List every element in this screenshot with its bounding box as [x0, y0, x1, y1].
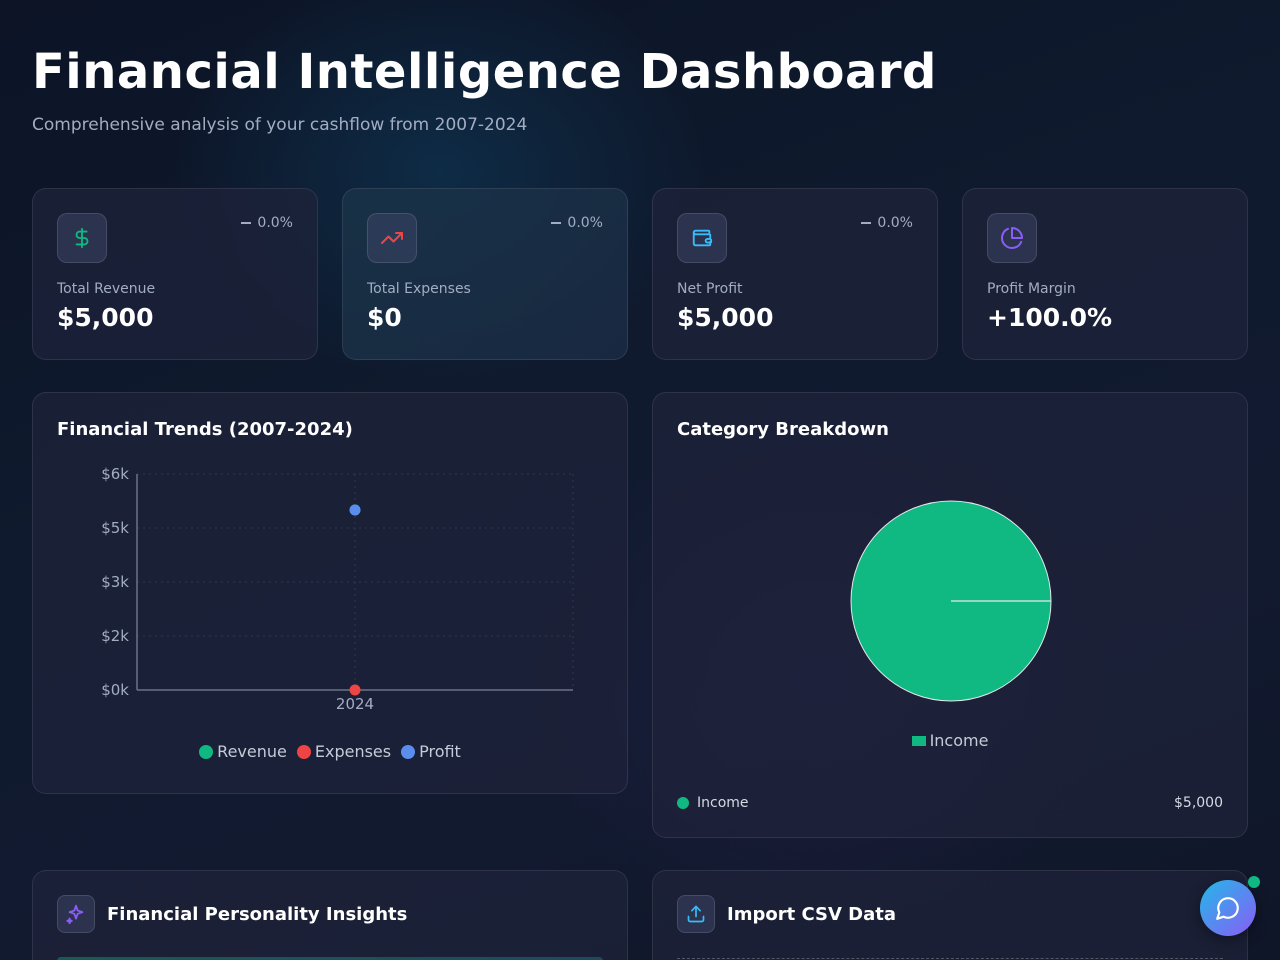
legend-item-revenue[interactable]: Revenue	[199, 742, 287, 761]
chat-button[interactable]	[1200, 880, 1256, 936]
legend-label: Revenue	[217, 742, 287, 761]
stat-change-value: 0.0%	[877, 215, 913, 231]
data-point-profit	[349, 504, 361, 516]
legend-item-expenses[interactable]: Expenses	[296, 742, 392, 761]
stat-value: +100.0%	[987, 303, 1113, 332]
trending-up-icon	[367, 213, 417, 263]
financial-trends-panel: Financial Trends (2007-2024) $0k $2k $3k $5…	[32, 392, 628, 794]
stat-card-profit-margin: Profit Margin +100.0%	[962, 188, 1248, 360]
category-row: Income $5,000	[677, 795, 1223, 811]
trends-chart: $0k $2k $3k $5k $6k 2024	[101, 465, 574, 713]
category-value: $5,000	[1174, 795, 1223, 811]
minus-icon	[861, 222, 872, 224]
chat-status-indicator	[1248, 876, 1260, 888]
legend-swatch	[401, 744, 416, 759]
page-title: Financial Intelligence Dashboard	[32, 44, 937, 100]
y-tick-label: $5k	[101, 519, 129, 537]
stat-change: 0.0%	[551, 215, 603, 231]
minus-icon	[241, 222, 252, 224]
panel-title: Financial Personality Insights	[107, 904, 408, 925]
trends-legend: Revenue Expenses Profit	[33, 742, 627, 761]
stat-change-value: 0.0%	[257, 215, 293, 231]
pie-legend-swatch	[911, 735, 926, 746]
stat-value: $0	[367, 303, 402, 332]
legend-item-profit[interactable]: Profit	[401, 742, 461, 761]
legend-label: Expenses	[314, 742, 392, 761]
stat-change-value: 0.0%	[567, 215, 603, 231]
stat-card-net-profit: 0.0% Net Profit $5,000	[652, 188, 938, 360]
stat-label: Net Profit	[677, 281, 743, 297]
stat-label: Profit Margin	[987, 281, 1076, 297]
y-tick-label: $0k	[101, 681, 129, 699]
personality-insights-panel: Financial Personality Insights	[32, 870, 628, 960]
stat-label: Total Revenue	[57, 281, 156, 297]
stat-value: $5,000	[677, 303, 774, 332]
pie-legend: Income	[653, 731, 1247, 750]
chat-icon	[1216, 897, 1239, 920]
legend-swatch	[199, 744, 214, 759]
upload-icon[interactable]	[677, 895, 715, 933]
page-subtitle: Comprehensive analysis of your cashflow …	[32, 115, 528, 135]
category-name: Income	[697, 795, 749, 811]
category-dot	[677, 797, 689, 809]
stat-change: 0.0%	[861, 215, 913, 231]
y-tick-label: $3k	[101, 573, 129, 591]
dollar-icon	[57, 213, 107, 263]
y-tick-label: $6k	[101, 465, 129, 483]
category-pie-chart	[850, 500, 1052, 702]
import-csv-panel: Import CSV Data	[652, 870, 1248, 960]
stat-change: 0.0%	[241, 215, 293, 231]
y-tick-label: $2k	[101, 627, 129, 645]
pie-chart-icon	[987, 213, 1037, 263]
data-point-expenses	[349, 684, 361, 696]
stat-value: $5,000	[57, 303, 154, 332]
x-tick-label: 2024	[336, 695, 374, 713]
stat-card-total-expenses: 0.0% Total Expenses $0	[342, 188, 628, 360]
wallet-icon	[677, 213, 727, 263]
stat-card-total-revenue: 0.0% Total Revenue $5,000	[32, 188, 318, 360]
legend-label: Profit	[419, 742, 461, 761]
minus-icon	[551, 222, 562, 224]
panel-title: Import CSV Data	[727, 904, 896, 925]
stat-label: Total Expenses	[367, 281, 471, 297]
pie-legend-label: Income	[929, 731, 989, 750]
sparkles-icon	[57, 895, 95, 933]
category-breakdown-panel: Category Breakdown Income Income $5,000	[652, 392, 1248, 838]
csv-dropzone[interactable]	[677, 958, 1223, 959]
legend-swatch	[296, 744, 311, 759]
